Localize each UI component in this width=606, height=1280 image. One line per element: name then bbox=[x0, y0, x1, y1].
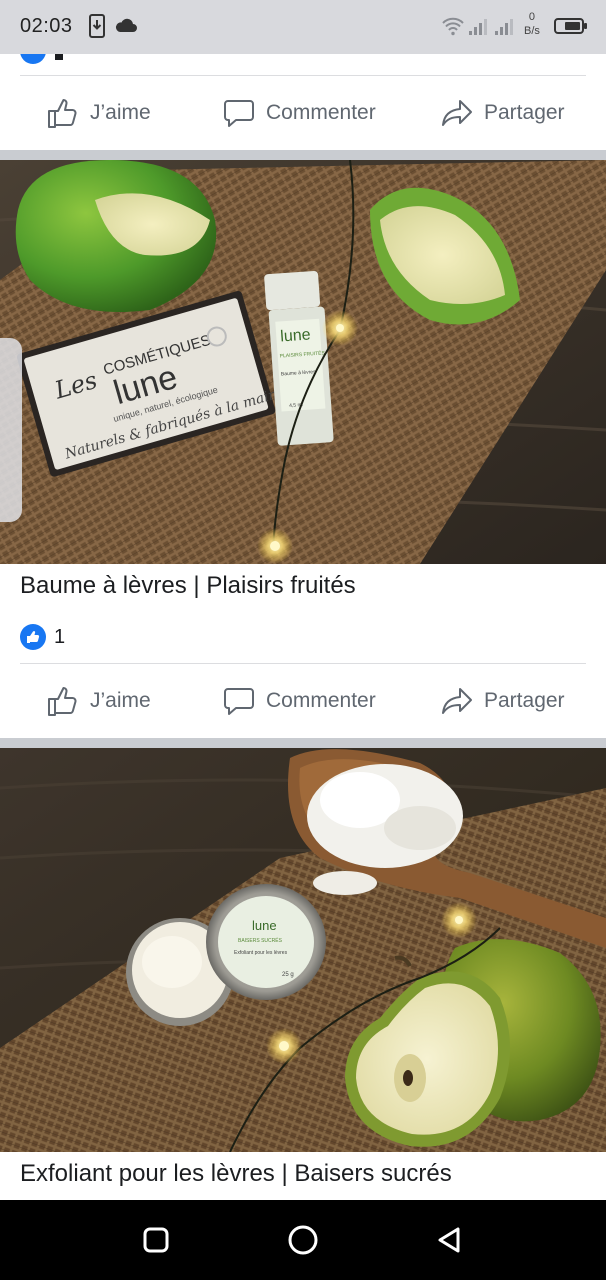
post-actions: J’aime Commenter Partager bbox=[0, 76, 606, 150]
home-button[interactable] bbox=[283, 1220, 323, 1260]
lip-balm-photo: Les COSMÉTIQUES lune unique, naturel, éc… bbox=[0, 160, 606, 564]
status-bar: 02:03 0 B/s bbox=[0, 0, 606, 54]
tube-brand: lune bbox=[280, 326, 311, 345]
comment-label: Commenter bbox=[266, 689, 376, 712]
reaction-summary[interactable]: 1 bbox=[20, 624, 65, 650]
recent-apps-button[interactable] bbox=[136, 1220, 176, 1260]
lip-scrub-photo: lune BAISERS SUCRÉS Exfoliant pour les l… bbox=[0, 748, 606, 1152]
comment-bubble-icon bbox=[224, 100, 254, 127]
share-arrow-icon bbox=[442, 100, 472, 126]
post-card: lune BAISERS SUCRÉS Exfoliant pour les l… bbox=[0, 748, 606, 1200]
download-notification-icon bbox=[88, 14, 106, 43]
like-label: J’aime bbox=[90, 101, 151, 124]
thumbs-up-icon bbox=[48, 687, 77, 716]
post-title: Baume à lèvres | Plaisirs fruités bbox=[20, 572, 356, 599]
home-icon bbox=[288, 1225, 318, 1255]
post-title: Exfoliant pour les lèvres | Baisers sucr… bbox=[20, 1160, 452, 1187]
comment-button[interactable]: Commenter bbox=[222, 664, 376, 738]
network-speed-value: 0 bbox=[528, 11, 536, 23]
network-speed: 0 B/s bbox=[524, 10, 540, 38]
tin-lid: lune BAISERS SUCRÉS Exfoliant pour les l… bbox=[206, 884, 326, 1000]
like-label: J’aime bbox=[90, 689, 151, 712]
clock: 02:03 bbox=[20, 15, 73, 37]
lid-brand: lune bbox=[252, 918, 277, 933]
like-count: 1 bbox=[54, 625, 66, 648]
post-photo[interactable]: Les COSMÉTIQUES lune unique, naturel, éc… bbox=[0, 160, 606, 564]
comment-label: Commenter bbox=[266, 101, 376, 124]
wifi-icon bbox=[442, 16, 464, 41]
like-reaction-icon bbox=[20, 624, 46, 650]
recent-apps-icon bbox=[143, 1227, 169, 1253]
post-separator bbox=[0, 738, 606, 748]
back-button[interactable] bbox=[430, 1220, 470, 1260]
signal-icon-1 bbox=[468, 16, 490, 41]
thumbs-up-icon bbox=[48, 99, 77, 128]
lid-weight: 25 g bbox=[282, 972, 294, 978]
like-reaction-icon bbox=[20, 54, 46, 64]
post-card-previous: J’aime Commenter Partager bbox=[0, 54, 606, 150]
lid-flavor: BAISERS SUCRÉS bbox=[238, 937, 283, 944]
cloud-icon bbox=[114, 16, 138, 39]
back-icon bbox=[438, 1227, 460, 1253]
network-speed-unit: B/s bbox=[524, 25, 540, 37]
share-label: Partager bbox=[484, 689, 565, 712]
battery-icon bbox=[554, 17, 588, 40]
navigation-bar bbox=[0, 1200, 606, 1280]
share-button[interactable]: Partager bbox=[440, 664, 565, 738]
post-separator bbox=[0, 150, 606, 160]
share-arrow-icon bbox=[442, 688, 472, 714]
post-card: Les COSMÉTIQUES lune unique, naturel, éc… bbox=[0, 160, 606, 738]
post-photo[interactable]: lune BAISERS SUCRÉS Exfoliant pour les l… bbox=[0, 748, 606, 1152]
comment-bubble-icon bbox=[224, 688, 254, 715]
share-button[interactable]: Partager bbox=[440, 76, 565, 150]
share-label: Partager bbox=[484, 101, 565, 124]
comment-button[interactable]: Commenter bbox=[222, 76, 376, 150]
like-button[interactable]: J’aime bbox=[46, 664, 151, 738]
green-apple bbox=[15, 160, 217, 312]
reaction-count-fragment bbox=[55, 54, 63, 60]
lid-product: Exfoliant pour les lèvres bbox=[234, 950, 288, 956]
edge-swipe-handle[interactable] bbox=[0, 338, 22, 522]
news-feed[interactable]: J’aime Commenter Partager Les COSMÉTIQUE… bbox=[0, 54, 606, 1200]
post-actions: J’aime Commenter Partager bbox=[0, 664, 606, 738]
like-button[interactable]: J’aime bbox=[46, 76, 151, 150]
signal-icon-2 bbox=[494, 16, 516, 41]
